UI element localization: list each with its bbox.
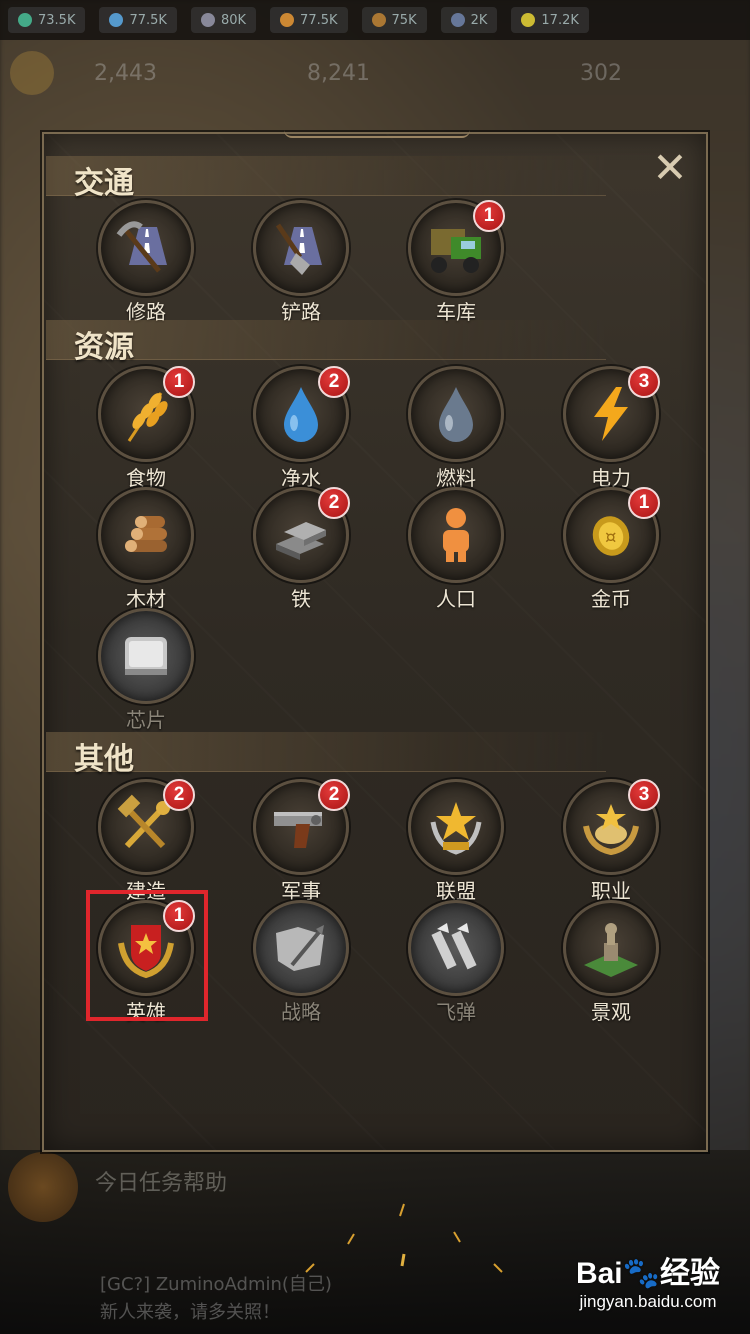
item-label: 景观 [591,1000,631,1024]
watermark-url: jingyan.baidu.com [579,1292,717,1311]
resource-value: 17.2K [541,12,579,28]
close-button[interactable]: ✕ [650,147,690,189]
item-gold[interactable]: ¤ 1 金币 [546,487,676,611]
resource-chip: 73.5K [8,7,86,33]
shovel-road-icon [253,200,349,296]
avatar [10,51,54,95]
chat-line: 新人来袭，请多关照！ [100,1302,280,1323]
notification-badge: 3 [628,366,660,398]
notification-badge: 2 [318,366,350,398]
missile-icon [408,900,504,996]
section-title: 资源 [74,330,134,365]
resource-chip: 77.5K [99,7,177,33]
stat-value: 2,443 [94,60,157,86]
watermark-logo: Bai🐾经验 [575,1257,720,1290]
resource-value: 2K [470,12,488,28]
resource-value: 80K [220,12,247,28]
section-header-traffic: 交通 [46,156,606,201]
chip-icon [98,608,194,704]
item-label: 芯片 [126,708,166,732]
person-icon [408,487,504,583]
resource-chip: 80K [190,7,257,33]
item-build[interactable]: 2 建造 [81,779,211,903]
item-garage[interactable]: 1 车库 [391,200,521,324]
resource-chip: 17.2K [511,7,589,33]
resource-chip: 75K [361,7,427,33]
statue-icon [563,900,659,996]
notification-badge: 2 [318,779,350,811]
resource-value: 73.5K [38,12,76,28]
notification-badge: 1 [628,487,660,519]
item-power[interactable]: 3 电力 [546,366,676,490]
resource-value: 77.5K [129,12,167,28]
item-missile[interactable]: 飞弹 [391,900,521,1024]
item-wood[interactable]: 木材 [81,487,211,611]
notification-badge: 3 [628,779,660,811]
item-food[interactable]: 1 食物 [81,366,211,490]
item-shovel-road[interactable]: 铲路 [236,200,366,324]
resource-chip: 77.5K [270,7,348,33]
section-title: 其他 [74,742,134,777]
stat-value: 302 [579,60,622,86]
stats-bar: 2,443 8,241 302 [0,44,750,102]
svg-text:¤: ¤ [605,527,616,548]
item-chip[interactable]: 芯片 [81,608,211,732]
section-header-other: 其他 [46,732,606,777]
item-build-road[interactable]: 修路 [81,200,211,324]
alert-icon [8,1152,78,1222]
highlight-box [86,890,208,1021]
item-label: 金币 [591,587,631,611]
section-title: 交通 [74,166,134,201]
item-population[interactable]: 人口 [391,487,521,611]
notification-badge: 1 [473,200,505,232]
item-fuel[interactable]: 燃料 [391,366,521,490]
item-label: 战略 [281,1000,321,1024]
item-career[interactable]: 3 职业 [546,779,676,903]
notification-badge: 2 [163,779,195,811]
item-strategy[interactable]: 战略 [236,900,366,1024]
item-landscape[interactable]: 景观 [546,900,676,1024]
notification-badge: 1 [163,366,195,398]
wood-logs-icon [98,487,194,583]
star-laurel-icon [408,779,504,875]
resource-top-bar: 73.5K 77.5K 80K 77.5K 75K 2K 17.2K [0,0,750,40]
stat-value: 8,241 [306,60,370,86]
watermark: Bai🐾经验 jingyan.baidu.com [576,1248,720,1312]
resource-chip: 2K [440,7,498,33]
item-label: 飞弹 [436,1000,476,1024]
item-label: 铁 [291,587,311,611]
task-tip: 今日任务帮助 [95,1171,228,1196]
section-header-resources: 资源 [46,320,606,365]
resource-value: 75K [391,12,417,28]
item-alliance[interactable]: 联盟 [391,779,521,903]
item-military[interactable]: 2 军事 [236,779,366,903]
notification-badge: 2 [318,487,350,519]
strategy-map-icon [253,900,349,996]
item-water[interactable]: 2 净水 [236,366,366,490]
resource-value: 77.5K [300,12,338,28]
sparkle-decoration [305,1203,503,1273]
fuel-drop-icon [408,366,504,462]
panel-ornament [284,130,470,138]
item-iron[interactable]: 2 铁 [236,487,366,611]
pickaxe-road-icon [98,200,194,296]
item-label: 人口 [436,587,476,611]
